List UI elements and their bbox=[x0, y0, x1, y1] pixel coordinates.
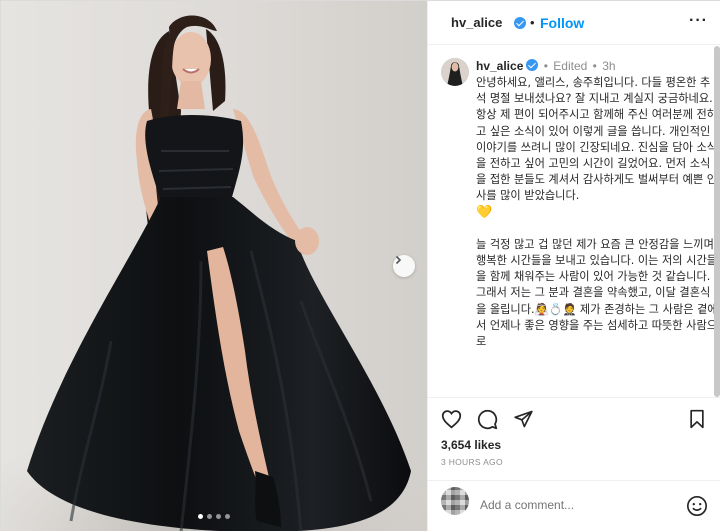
follow-button[interactable]: Follow bbox=[540, 15, 584, 31]
edited-label: Edited bbox=[553, 59, 588, 73]
post-side-panel: hv_alice • Follow ··· hv_alice • Edited … bbox=[427, 1, 720, 531]
carousel-dot-2 bbox=[207, 514, 212, 519]
comment-bubble-icon[interactable] bbox=[476, 408, 498, 430]
post-modal: hv_alice • Follow ··· hv_alice • Edited … bbox=[0, 0, 720, 531]
paper-plane-icon[interactable] bbox=[512, 408, 534, 430]
caption-dot: • bbox=[543, 59, 548, 73]
heart-icon[interactable] bbox=[440, 408, 462, 430]
more-options-icon[interactable]: ··· bbox=[689, 12, 708, 30]
comment-bar bbox=[428, 480, 720, 531]
post-photo[interactable] bbox=[1, 1, 427, 531]
carousel-dot-1 bbox=[198, 514, 203, 519]
caption-time: 3h bbox=[602, 59, 616, 73]
caption-paragraph-1: 안녕하세요, 앨리스, 송주희입니다. 다들 평온한 추석 명절 보내셨나요? … bbox=[476, 76, 718, 203]
caption-dot: • bbox=[592, 59, 597, 73]
woman-in-black-gown-image bbox=[1, 1, 427, 531]
post-actions bbox=[428, 397, 720, 437]
scrollbar-thumb[interactable] bbox=[714, 46, 720, 397]
carousel-dot-3 bbox=[216, 514, 221, 519]
carousel-indicator bbox=[1, 514, 427, 519]
wedding-emojis: 👰💍🤵 bbox=[534, 302, 577, 316]
bookmark-icon[interactable] bbox=[686, 408, 708, 430]
verified-badge-icon bbox=[526, 59, 539, 71]
caption-header: hv_alice • Edited • 3h bbox=[476, 59, 616, 73]
verified-badge-icon bbox=[514, 17, 526, 29]
post-timestamp: 3 HOURS AGO bbox=[441, 457, 503, 467]
caption-area[interactable]: hv_alice • Edited • 3h 안녕하세요, 앨리스, 송주희입니… bbox=[428, 46, 720, 397]
avatar[interactable] bbox=[441, 58, 469, 86]
yellow-heart-emoji: 💛 bbox=[476, 204, 493, 220]
caption-text: 안녕하세요, 앨리스, 송주희입니다. 다들 평온한 추석 명절 보내셨나요? … bbox=[476, 75, 718, 350]
next-photo-button[interactable] bbox=[393, 255, 415, 277]
header-separator: • bbox=[530, 15, 535, 30]
avatar bbox=[441, 487, 469, 515]
likes-count[interactable]: 3,654 likes bbox=[441, 438, 501, 452]
comment-input[interactable] bbox=[480, 498, 670, 512]
caption-scrollbar[interactable] bbox=[714, 46, 720, 397]
header-username[interactable]: hv_alice bbox=[451, 15, 502, 30]
emoji-smile-icon[interactable] bbox=[686, 495, 708, 517]
carousel-dot-4 bbox=[225, 514, 230, 519]
caption-username[interactable]: hv_alice bbox=[476, 59, 523, 73]
post-header: hv_alice • Follow ··· bbox=[428, 1, 720, 45]
